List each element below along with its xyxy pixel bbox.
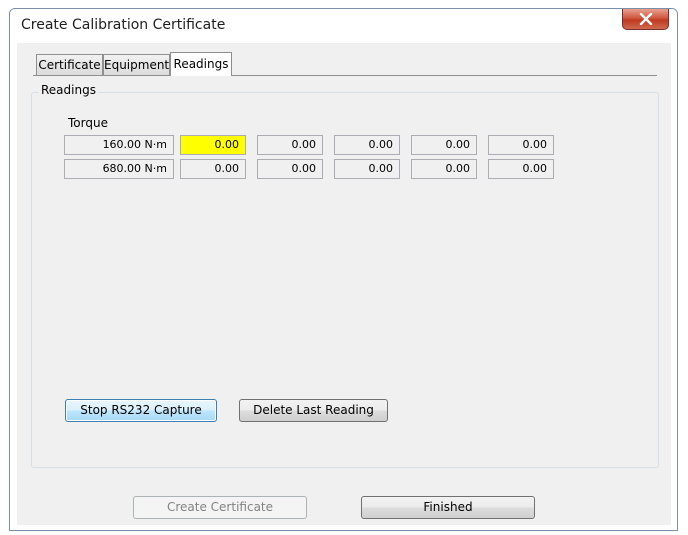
nominal-value-row-2: 680.00 N·m	[64, 159, 174, 179]
calibration-dialog: Create Calibration Certificate Certifica…	[9, 8, 678, 531]
tab-readings[interactable]: Readings	[170, 52, 232, 76]
reading-field-r1-c3[interactable]: 0.00	[334, 135, 400, 155]
nominal-value-row-1: 160.00 N·m	[64, 135, 174, 155]
create-certificate-button[interactable]: Create Certificate	[133, 496, 307, 519]
torque-column-label: Torque	[68, 116, 108, 130]
reading-field-r2-c2[interactable]: 0.00	[257, 159, 323, 179]
title-bar[interactable]: Create Calibration Certificate	[10, 9, 677, 43]
tab-strip-divider	[33, 75, 657, 76]
close-icon	[639, 13, 653, 25]
tab-equipment[interactable]: Equipment	[103, 54, 170, 75]
readings-group-label: Readings	[39, 83, 98, 97]
reading-field-r1-c5[interactable]: 0.00	[488, 135, 554, 155]
delete-last-reading-button[interactable]: Delete Last Reading	[239, 399, 388, 422]
reading-field-r2-c4[interactable]: 0.00	[411, 159, 477, 179]
reading-field-r2-c5[interactable]: 0.00	[488, 159, 554, 179]
stop-rs232-capture-button[interactable]: Stop RS232 Capture	[65, 399, 217, 422]
reading-field-r1-c4[interactable]: 0.00	[411, 135, 477, 155]
window-title: Create Calibration Certificate	[21, 17, 226, 33]
close-button[interactable]	[622, 9, 669, 30]
tab-certificate[interactable]: Certificate	[36, 54, 103, 75]
dialog-client-area: Certificate Equipment Readings Readings …	[17, 43, 671, 525]
reading-field-r1-c1[interactable]: 0.00	[180, 135, 246, 155]
finished-button[interactable]: Finished	[361, 496, 535, 519]
reading-field-r2-c1[interactable]: 0.00	[180, 159, 246, 179]
reading-field-r2-c3[interactable]: 0.00	[334, 159, 400, 179]
reading-field-r1-c2[interactable]: 0.00	[257, 135, 323, 155]
